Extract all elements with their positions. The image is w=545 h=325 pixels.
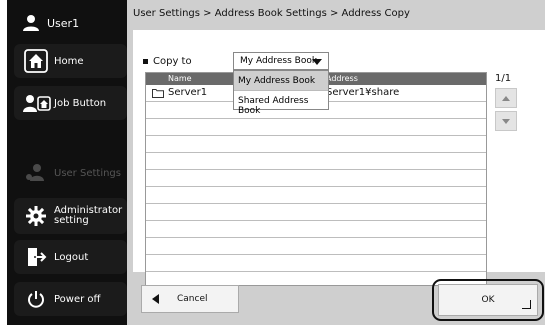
content-panel: Copy to My Address Book Name Address Ser…: [133, 30, 545, 286]
row-name: Server1: [168, 87, 208, 98]
logout-label: Logout: [54, 251, 89, 263]
home-label: Home: [54, 55, 84, 67]
table-row[interactable]: [146, 187, 486, 204]
user-name: User1: [47, 16, 80, 30]
logout-button[interactable]: Logout: [14, 240, 127, 274]
user-indicator: User1: [7, 8, 127, 38]
chevron-down-icon: [312, 59, 322, 65]
job-button-label: Job Button: [54, 97, 107, 109]
ok-label: OK: [481, 295, 495, 305]
table-row[interactable]: [146, 221, 486, 238]
power-off-button[interactable]: Power off: [14, 282, 127, 316]
user-settings-label: User Settings: [54, 167, 121, 179]
table-row[interactable]: [146, 238, 486, 255]
option-shared-address-book[interactable]: Shared Address Book: [234, 90, 328, 116]
breadcrumb: User Settings > Address Book Settings > …: [127, 0, 545, 30]
copy-to-label: Copy to: [143, 56, 192, 67]
job-button[interactable]: Job Button: [14, 86, 127, 120]
user-settings-icon: [23, 161, 47, 185]
copy-to-dropdown[interactable]: My Address Book: [233, 52, 329, 70]
power-icon: [24, 287, 48, 311]
table-row[interactable]: [146, 170, 486, 187]
page-counter: 1/1: [495, 73, 512, 84]
user-icon: [19, 11, 43, 35]
user-settings-button[interactable]: User Settings: [14, 156, 127, 190]
table-row[interactable]: [146, 255, 486, 272]
folder-icon: [152, 88, 164, 98]
copy-to-options-list: My Address Book Shared Address Book: [233, 70, 329, 116]
sidebar: User1 Home Job Button User Settings Admi…: [7, 0, 127, 325]
copy-to-selected: My Address Book: [240, 56, 318, 66]
administrator-setting-button[interactable]: Administrator setting: [14, 198, 127, 234]
table-row[interactable]: [146, 153, 486, 170]
power-off-label: Power off: [54, 293, 101, 305]
enter-corner-icon: [522, 300, 531, 309]
bullet-icon: [143, 59, 148, 64]
scroll-up-button[interactable]: [495, 88, 517, 108]
arrow-down-icon: [502, 118, 510, 124]
main-area: User Settings > Address Book Settings > …: [127, 0, 545, 325]
cancel-button[interactable]: Cancel: [141, 285, 239, 313]
row-name-cell: Server1: [152, 87, 207, 98]
column-header-address: Address: [326, 74, 358, 83]
copy-to-text: Copy to: [153, 56, 192, 67]
cancel-label: Cancel: [177, 294, 208, 304]
gear-icon: [24, 204, 48, 228]
address-copy-screen: User1 Home Job Button User Settings Admi…: [0, 0, 545, 325]
arrow-up-icon: [502, 95, 510, 101]
scroll-down-button[interactable]: [495, 111, 517, 131]
ok-button[interactable]: OK: [438, 284, 538, 316]
administrator-label-line2: setting: [54, 215, 89, 226]
home-button[interactable]: Home: [14, 44, 127, 78]
row-address: Server1¥share: [326, 87, 400, 98]
table-row[interactable]: [146, 136, 486, 153]
home-icon: [24, 49, 48, 73]
table-row[interactable]: [146, 119, 486, 136]
table-row[interactable]: [146, 204, 486, 221]
logout-icon: [24, 245, 48, 269]
column-header-name: Name: [168, 74, 192, 83]
back-arrow-icon: [152, 294, 159, 304]
option-my-address-book[interactable]: My Address Book: [234, 71, 328, 90]
administrator-label: Administrator setting: [54, 206, 122, 226]
job-button-icon: [22, 91, 52, 115]
